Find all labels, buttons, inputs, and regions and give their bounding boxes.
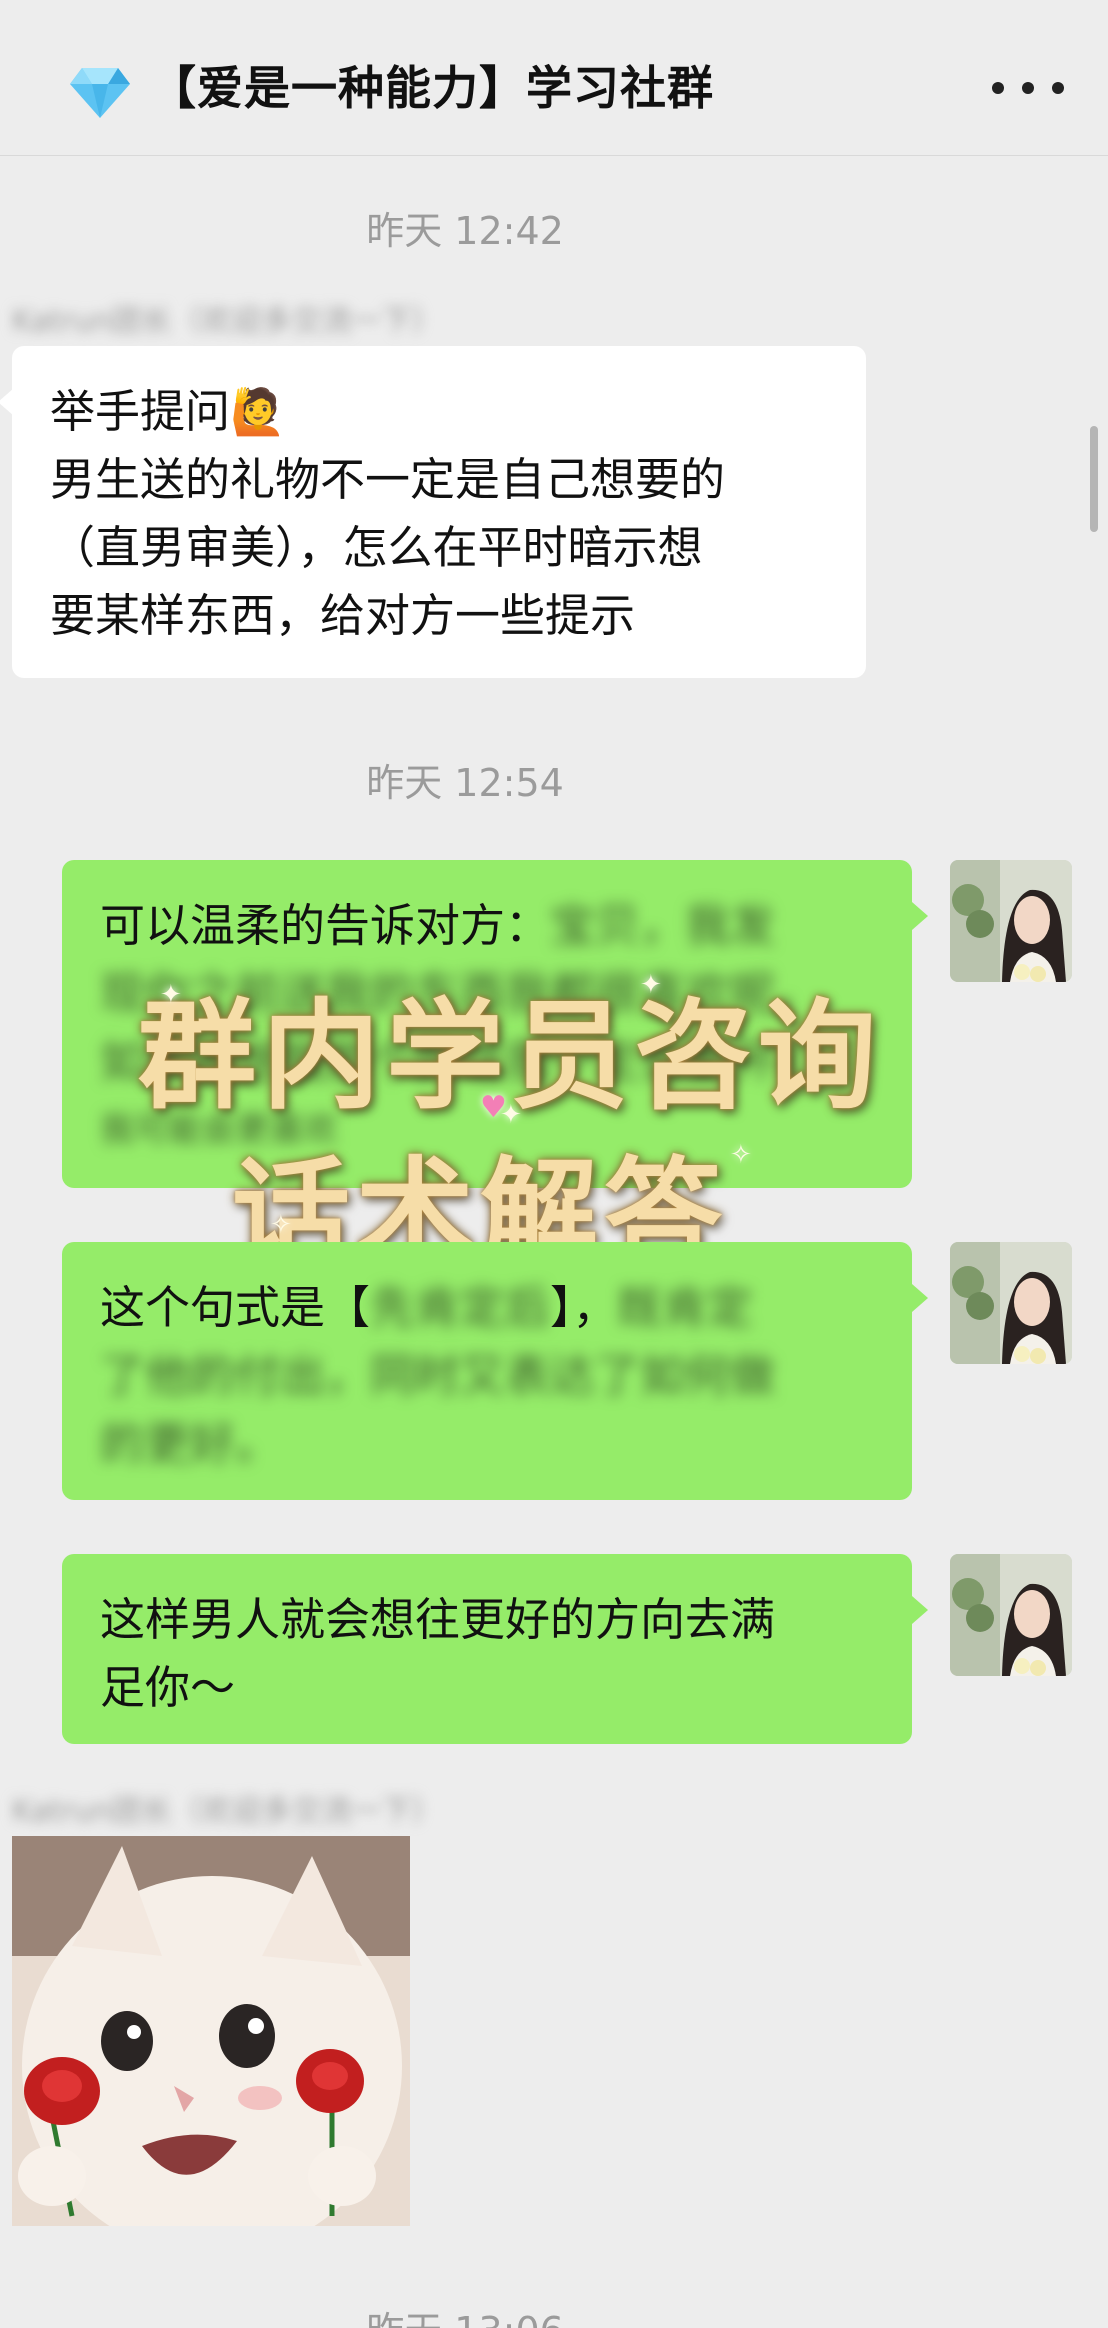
avatar[interactable] xyxy=(950,1554,1072,1676)
cat-sticker-image[interactable] xyxy=(12,1836,410,2226)
more-dots-icon[interactable] xyxy=(992,62,1064,114)
message-line: 要某样东西，给对方一些提示 xyxy=(50,589,636,642)
timestamp: 昨天 13:06 xyxy=(0,2300,930,2328)
reply-bubble[interactable]: 可以温柔的告诉对方：宝贝，我发 现你之前送我的东西我都很喜欢呢， 如果能送我那个… xyxy=(62,860,928,1188)
chat-title: 【爱是一种能力】学习社群 xyxy=(150,61,714,115)
sender-name: Katrun团长（欢迎多交流一下） xyxy=(12,304,442,339)
blurred-text: 现你之前送我的东西我都很喜欢呢， xyxy=(100,967,821,1020)
blurred-text: 宝贝，我发 xyxy=(550,899,776,952)
chat-header: 【爱是一种能力】学习社群 xyxy=(0,0,1108,156)
diamond-icon xyxy=(70,68,130,118)
reply-bubble[interactable]: 这样男人就会想往更好的方向去满 足你～ xyxy=(62,1554,928,1744)
message-line: 这个句式是【先肯定后】，既肯定 xyxy=(100,1274,874,1342)
message-line: 足你～ xyxy=(100,1661,236,1714)
blurred-text: 了他的付出，同时又表达了如何做 xyxy=(100,1349,776,1402)
message-line: 可以温柔的告诉对方：宝贝，我发 xyxy=(100,892,874,960)
blurred-text: 的更好。 xyxy=(100,1417,281,1470)
message-text: 可以温柔的告诉对方： xyxy=(100,899,551,952)
blurred-text: 如果能送我那个的话我一定会更开心 xyxy=(100,1035,821,1088)
timestamp: 昨天 12:54 xyxy=(366,761,564,805)
timestamp: 昨天 12:42 xyxy=(366,209,564,253)
blurred-text: 我可能会更喜欢 xyxy=(100,1110,338,1150)
chat-screen: 【爱是一种能力】学习社群 昨天 12:42 Katrun团长（欢迎多交流一下） … xyxy=(0,0,1108,2328)
cat-sticker xyxy=(12,1836,410,2226)
sparkle-icon: ✧ xyxy=(270,1210,292,1240)
message-text: 这个句式是【 xyxy=(100,1281,371,1334)
avatar-image xyxy=(950,860,1072,982)
question-bubble[interactable]: 举手提问🙋 男生送的礼物不一定是自己想要的 （直男审美），怎么在平时暗示想 要某… xyxy=(0,346,866,678)
message-text: 】， xyxy=(550,1281,618,1334)
sender-name: Katrun团长（欢迎多交流一下） xyxy=(12,1794,442,1829)
avatar-image xyxy=(950,1554,1072,1676)
message-line: 这样男人就会想往更好的方向去满 xyxy=(100,1593,776,1646)
avatar[interactable] xyxy=(950,860,1072,982)
avatar-image xyxy=(950,1242,1072,1364)
message-line: 举手提问🙋 xyxy=(50,385,287,438)
avatar[interactable] xyxy=(950,1242,1072,1364)
blurred-text: 先肯定后 xyxy=(370,1281,551,1334)
reply-bubble[interactable]: 这个句式是【先肯定后】，既肯定 了他的付出，同时又表达了如何做 的更好。 xyxy=(62,1242,928,1500)
blurred-text: 既肯定 xyxy=(617,1281,753,1334)
scrollbar[interactable] xyxy=(1090,426,1098,532)
message-line: 男生送的礼物不一定是自己想要的 xyxy=(50,453,726,506)
message-line: （直男审美），怎么在平时暗示想 xyxy=(50,521,703,574)
